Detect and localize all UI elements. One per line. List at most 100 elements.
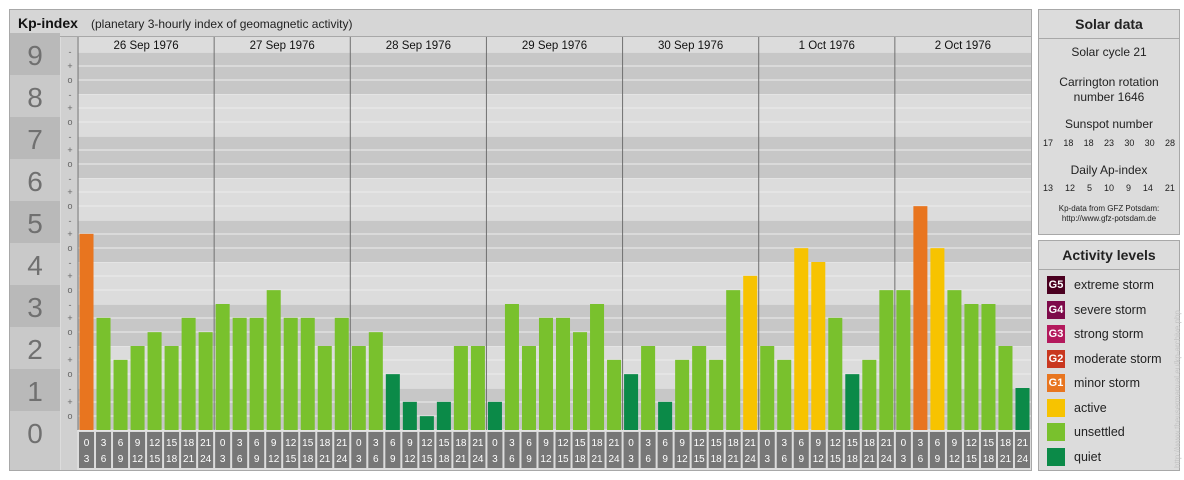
kp-bar <box>436 401 451 430</box>
interval-start-label: 3 <box>645 438 651 449</box>
interval-end-label: 12 <box>132 454 144 465</box>
kp-bar <box>198 332 213 430</box>
interval-end-label: 24 <box>881 454 893 465</box>
kp-bar <box>998 346 1013 430</box>
y-tick-label: 8 <box>27 82 43 113</box>
credit-line-1: Kp-data from GFZ Potsdam: <box>1058 204 1160 213</box>
kp-bar <box>641 346 656 430</box>
interval-end-label: 15 <box>149 454 161 465</box>
interval-end-label: 12 <box>268 454 280 465</box>
legend-swatch <box>1047 447 1065 466</box>
sunspot-value-6: 28 <box>1164 138 1175 148</box>
interval-end-label: 9 <box>118 454 124 465</box>
kp-bar <box>164 346 179 430</box>
interval-end-label: 21 <box>455 454 467 465</box>
legend-label: moderate storm <box>1074 351 1162 366</box>
y-sub-tick: o <box>67 243 72 253</box>
interval-start-label: 6 <box>798 438 804 449</box>
interval-start-label: 18 <box>1000 438 1012 449</box>
interval-start-label: 6 <box>526 438 532 449</box>
kp-bar <box>845 374 860 430</box>
kp-bar <box>96 317 111 430</box>
interval-start-label: 18 <box>319 438 331 449</box>
kp-bar <box>896 290 911 430</box>
legend-swatch: G2 <box>1047 349 1065 368</box>
interval-end-label: 9 <box>662 454 668 465</box>
interval-start-label: 6 <box>390 438 396 449</box>
carrington-rotation-line1: Carrington rotation <box>1059 75 1159 89</box>
interval-start-label: 15 <box>166 438 178 449</box>
day-label: 27 Sep 1976 <box>250 40 315 52</box>
interval-start-label: 6 <box>662 438 668 449</box>
interval-start-label: 15 <box>983 438 995 449</box>
y-tick-label: 7 <box>27 124 43 155</box>
legend-label: extreme storm <box>1074 278 1154 292</box>
ap-index-value-1: 12 <box>1064 183 1075 193</box>
interval-end-label: 21 <box>864 454 876 465</box>
kp-bar <box>828 317 843 430</box>
kp-bar <box>964 304 979 430</box>
kp-bar <box>913 206 928 430</box>
day-label: 29 Sep 1976 <box>522 40 587 52</box>
interval-end-label: 21 <box>728 454 740 465</box>
y-sub-tick: o <box>67 75 72 85</box>
y-sub-tick: o <box>67 411 72 421</box>
interval-start-label: 18 <box>591 438 603 449</box>
interval-start-label: 9 <box>135 438 141 449</box>
y-sub-tick: - <box>69 342 72 352</box>
sunspot-value-3: 23 <box>1103 138 1114 148</box>
kp-bar <box>402 401 417 430</box>
interval-end-label: 12 <box>949 454 961 465</box>
interval-end-label: 18 <box>302 454 314 465</box>
interval-start-label: 15 <box>847 438 859 449</box>
kp-bar <box>794 248 809 430</box>
solar-data-panel: Solar data Solar cycle 21 Carrington rot… <box>1038 9 1180 235</box>
interval-end-label: 6 <box>918 454 924 465</box>
y-tick-label: 5 <box>27 208 43 239</box>
kp-bar <box>368 332 383 430</box>
interval-start-label: 3 <box>918 438 924 449</box>
interval-end-label: 15 <box>830 454 842 465</box>
legend-label: active <box>1074 400 1107 415</box>
interval-end-label: 24 <box>745 454 757 465</box>
legend-item-g1: G1 minor storm <box>1047 373 1140 393</box>
y-sub-tick: + <box>67 229 72 239</box>
interval-end-label: 18 <box>438 454 450 465</box>
interval-end-label: 6 <box>237 454 243 465</box>
interval-end-label: 9 <box>254 454 260 465</box>
interval-end-label: 6 <box>781 454 787 465</box>
y-sub-tick: - <box>69 216 72 226</box>
interval-start-label: 6 <box>935 438 941 449</box>
legend-swatch: G4 <box>1047 300 1065 319</box>
y-sub-tick: + <box>67 187 72 197</box>
kp-bar <box>215 304 230 430</box>
ap-index-value-6: 21 <box>1164 183 1175 193</box>
y-sub-tick: o <box>67 201 72 211</box>
kp-bar <box>760 346 775 430</box>
interval-start-label: 12 <box>830 438 842 449</box>
interval-end-label: 18 <box>983 454 995 465</box>
kp-index-panel: Kp-index (planetary 3-hourly index of ge… <box>9 9 1032 471</box>
interval-end-label: 18 <box>166 454 178 465</box>
interval-start-label: 21 <box>1017 438 1029 449</box>
interval-start-label: 9 <box>407 438 413 449</box>
interval-start-label: 0 <box>84 438 90 449</box>
interval-start-label: 3 <box>509 438 515 449</box>
kp-bar <box>590 304 605 430</box>
kp-band <box>78 94 1031 136</box>
interval-start-label: 18 <box>455 438 467 449</box>
sunspot-value-2: 18 <box>1083 138 1094 148</box>
y-sub-tick: o <box>67 369 72 379</box>
interval-end-label: 18 <box>711 454 723 465</box>
legend-swatch <box>1047 398 1065 417</box>
kp-band <box>78 178 1031 220</box>
legend-label: strong storm <box>1074 327 1144 341</box>
interval-end-label: 6 <box>645 454 651 465</box>
interval-start-label: 21 <box>472 438 484 449</box>
interval-start-label: 12 <box>557 438 569 449</box>
interval-end-label: 3 <box>628 454 634 465</box>
y-sub-tick: - <box>69 384 72 394</box>
sunspot-value-0: 17 <box>1043 138 1054 148</box>
kp-bar <box>521 346 536 430</box>
interval-end-label: 15 <box>285 454 297 465</box>
